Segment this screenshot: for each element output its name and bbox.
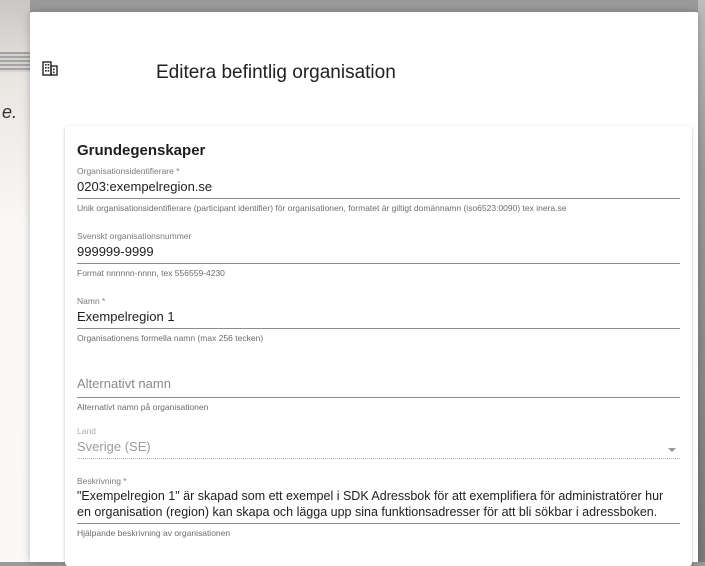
description-underline [77,523,680,524]
dialog-title: Editera befintlig organisation [156,62,396,83]
name-underline [77,328,680,329]
org-number-field[interactable]: Svenskt organisationsnummer 999999-9999 … [77,231,680,278]
chevron-down-icon[interactable] [668,448,676,452]
alt-name-hint: Alternativt namn på organisationen [77,402,209,412]
country-underline [77,458,680,459]
background-page: e. [0,0,30,562]
background-text-fragment: e. [2,102,18,122]
name-field[interactable]: Namn * Exempelregion 1 Organisationens f… [77,296,680,343]
description-field[interactable]: Beskrivning * "Exempelregion 1" är skapa… [77,476,680,538]
country-value[interactable]: Sverige (SE) [77,439,680,455]
background-page-right [698,0,705,562]
org-id-field[interactable]: Organisationsidentifierare * 0203:exempe… [77,166,680,213]
organization-building-icon [42,61,58,76]
alt-name-underline [77,397,680,398]
country-label: Land [77,426,96,436]
description-label: Beskrivning * [77,476,127,486]
name-input[interactable]: Exempelregion 1 [77,309,680,325]
name-label: Namn * [77,296,106,306]
alt-name-field[interactable]: Alternativt namn Alternativt namn på org… [77,376,680,412]
section-title: Grundegenskaper [77,142,206,159]
description-textarea[interactable]: "Exempelregion 1" är skapad som ett exem… [77,488,680,520]
org-id-input[interactable]: 0203:exempelregion.se [77,179,680,195]
country-select[interactable]: Land Sverige (SE) [77,426,680,459]
org-number-hint: Format nnnnnn-nnnn, tex 556559-4230 [77,268,225,278]
org-id-hint: Unik organisationsidentifierare (partici… [77,203,567,213]
background-stripes [0,52,30,72]
edit-organization-dialog: Editera befintlig organisation Grundegen… [30,12,698,566]
org-id-underline [77,198,680,199]
name-hint: Organisationens formella namn (max 256 t… [77,333,264,343]
org-number-input[interactable]: 999999-9999 [77,244,680,260]
org-number-label: Svenskt organisationsnummer [77,231,192,241]
org-id-label: Organisationsidentifierare * [77,166,180,176]
description-hint: Hjälpande beskrivning av organisationen [77,528,231,538]
basic-properties-card: Grundegenskaper Organisationsidentifiera… [65,126,692,566]
alt-name-input[interactable]: Alternativt namn [77,376,680,392]
org-number-underline [77,263,680,264]
